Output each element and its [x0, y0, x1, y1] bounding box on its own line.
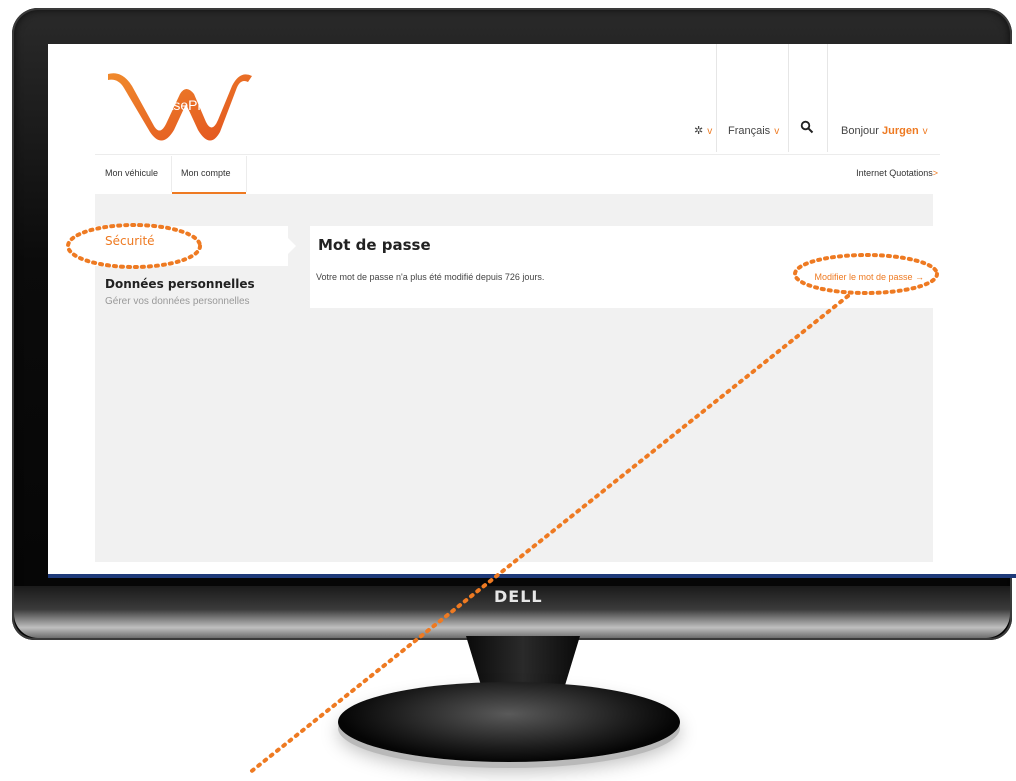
monitor-brand-logo: DELL — [494, 587, 543, 606]
tab-mon-compte[interactable]: Mon compte — [181, 168, 231, 178]
chevron-down-icon: v — [707, 126, 713, 137]
greeting-text: Bonjour — [841, 125, 879, 137]
logo-text: LeasePlan — [150, 97, 216, 113]
panel-title: Mot de passe — [318, 236, 431, 254]
chevron-down-icon: v — [922, 126, 928, 137]
password-age-message: Votre mot de passe n'a plus été modifié … — [316, 272, 545, 282]
sidebar-item-donnees-personnelles[interactable]: Données personnelles — [105, 277, 255, 291]
chevron-down-icon: v — [774, 126, 780, 137]
gear-icon: ✲ — [694, 125, 704, 137]
chevron-right-icon: > — [932, 168, 938, 178]
search-button[interactable] — [800, 120, 814, 137]
monitor-screen: LeasePlan ✲ v Français v Bonjour Jurgen v M… — [48, 44, 1016, 576]
screen-bottom-edge — [48, 574, 1016, 578]
tab-mon-vehicule[interactable]: Mon véhicule — [105, 168, 158, 178]
sidebar-item-sublabel: Gérer vos données personnelles — [105, 296, 250, 307]
sidebar-item-securite[interactable]: Sécurité — [105, 234, 155, 248]
language-label: Français — [728, 125, 771, 137]
internet-quotations-label: Internet Quotations — [856, 168, 933, 178]
language-selector[interactable]: Français v — [728, 125, 779, 137]
sidebar-active-pointer — [288, 238, 296, 254]
monitor-stand — [338, 682, 680, 762]
user-menu[interactable]: Bonjour Jurgen v — [841, 125, 928, 137]
username: Jurgen — [881, 125, 919, 137]
change-password-link[interactable]: Modifier le mot de passe → — [814, 272, 924, 282]
settings-menu[interactable]: ✲ v — [694, 124, 712, 137]
search-icon — [800, 120, 814, 134]
nav-divider — [95, 154, 940, 155]
internet-quotations-link[interactable]: Internet Quotations> — [856, 168, 938, 178]
password-panel: Mot de passe Votre mot de passe n'a plus… — [310, 226, 933, 308]
leaseplan-logo[interactable]: LeasePlan — [102, 64, 252, 149]
